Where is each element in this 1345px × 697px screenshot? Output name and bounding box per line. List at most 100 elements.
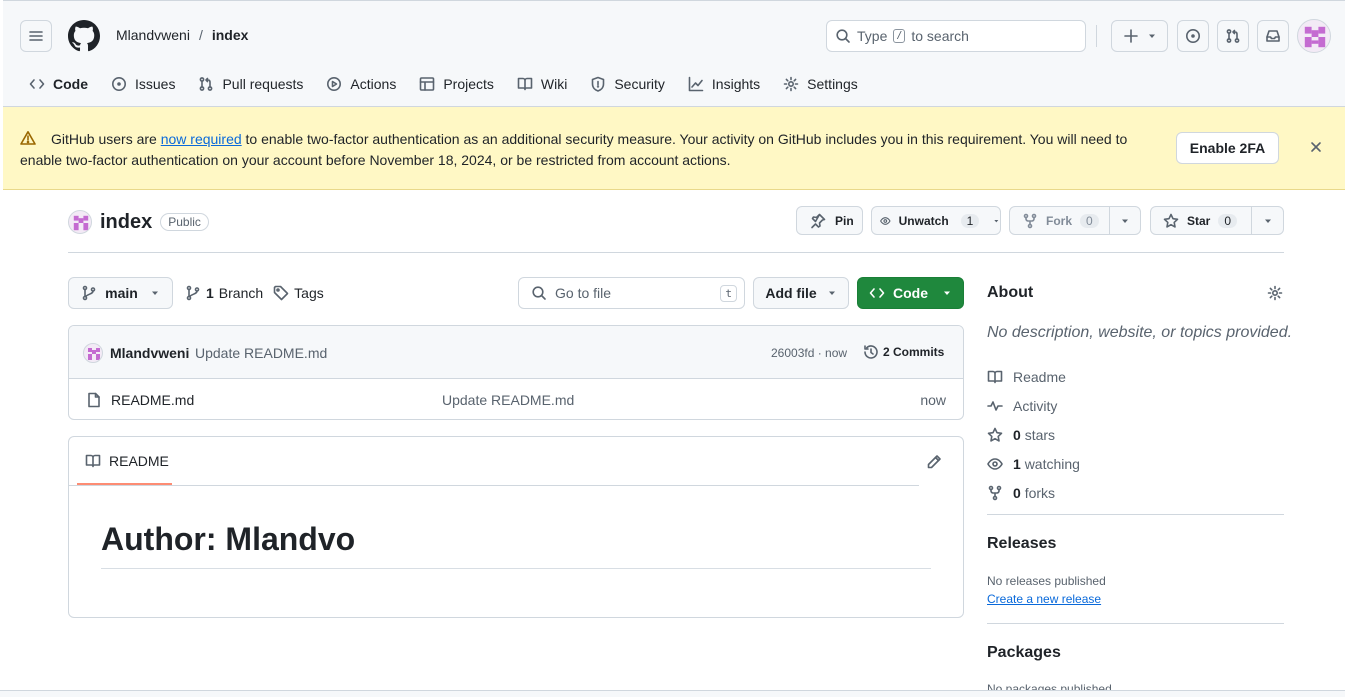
sidebar-item-text: 1 watching xyxy=(1013,456,1080,472)
close-icon[interactable] xyxy=(1308,139,1324,155)
gear-icon xyxy=(783,76,799,92)
add-file-button[interactable]: Add file xyxy=(753,277,849,309)
inbox-button[interactable] xyxy=(1257,20,1289,52)
fork-icon xyxy=(1023,213,1037,228)
search-icon xyxy=(532,286,546,300)
issues-button[interactable] xyxy=(1177,20,1209,52)
code-icon xyxy=(869,288,885,298)
file-table: Mlandvweni Update README.md 26003fd · no… xyxy=(68,325,964,420)
tab-security[interactable]: Security xyxy=(581,67,674,101)
commit-author[interactable]: Mlandvweni xyxy=(110,345,189,361)
commit-message[interactable]: Update README.md xyxy=(195,345,327,361)
now-required-link[interactable]: now required xyxy=(161,131,242,147)
history-icon xyxy=(864,345,878,359)
table-row[interactable]: README.md Update README.md now xyxy=(69,379,963,419)
sidebar-item-watching[interactable]: 1 watching xyxy=(987,449,1080,478)
fork-label: Fork xyxy=(1046,213,1073,228)
sidebar-item-label: watching xyxy=(1024,455,1080,472)
tab-issues[interactable]: Issues xyxy=(102,67,184,101)
banner-message: GitHub users are now required to enable … xyxy=(20,129,1155,171)
tab-wiki[interactable]: Wiki xyxy=(508,67,576,101)
tab-insights[interactable]: Insights xyxy=(679,67,769,101)
caret-down-icon[interactable] xyxy=(1263,216,1273,226)
book-icon xyxy=(85,454,101,468)
pull-request-icon xyxy=(1226,29,1240,43)
create-new-button[interactable] xyxy=(1111,20,1168,52)
tags-link[interactable]: Tags xyxy=(273,285,324,301)
issue-icon xyxy=(1186,29,1200,43)
gear-icon[interactable] xyxy=(1267,285,1283,301)
sidebar-item-forks[interactable]: 0 forks xyxy=(987,478,1080,507)
sidebar-item-text: 0 stars xyxy=(1013,427,1055,443)
tab-projects[interactable]: Projects xyxy=(410,67,503,101)
sidebar-item-activity[interactable]: Activity xyxy=(987,391,1080,420)
sidebar-item-text: Readme xyxy=(1013,369,1066,385)
book-icon xyxy=(517,77,533,91)
file-commit-message[interactable]: Update README.md xyxy=(442,392,574,408)
breadcrumb: Mlandvweni / index xyxy=(116,27,248,43)
header-divider xyxy=(1096,25,1097,47)
branch-selector[interactable]: main xyxy=(68,277,173,309)
sidebar-item-text: Activity xyxy=(1013,398,1057,414)
sidebar-item-stars[interactable]: 0 stars xyxy=(987,420,1080,449)
tag-icon xyxy=(273,285,289,301)
repo-link[interactable]: index xyxy=(212,27,249,43)
star-icon xyxy=(987,427,1003,442)
tab-pull-requests[interactable]: Pull requests xyxy=(189,67,312,101)
create-release-link[interactable]: Create a new release xyxy=(987,592,1101,606)
sidebar-item-label: Activity xyxy=(1013,397,1058,414)
two-factor-banner: GitHub users are now required to enable … xyxy=(3,107,1345,190)
repo-name[interactable]: index xyxy=(100,211,152,234)
pencil-icon[interactable] xyxy=(926,454,942,470)
owner-link[interactable]: Mlandvweni xyxy=(116,27,190,43)
commits-link[interactable]: 2 Commits xyxy=(863,344,944,360)
unwatch-button[interactable]: Unwatch 1 xyxy=(871,206,1001,235)
tags-label: Tags xyxy=(294,285,324,301)
branch-icon xyxy=(186,285,200,301)
star-label: Star xyxy=(1187,213,1211,228)
identicon-icon xyxy=(88,348,100,360)
github-logo-icon[interactable] xyxy=(68,20,100,52)
repo-owner-avatar[interactable] xyxy=(68,210,92,234)
shield-icon xyxy=(592,76,605,92)
caret-down-icon xyxy=(944,291,950,295)
sidebar-divider xyxy=(987,514,1284,515)
commit-author-avatar[interactable] xyxy=(83,343,103,363)
eye-icon xyxy=(880,216,891,225)
search-icon xyxy=(836,29,850,43)
user-avatar[interactable] xyxy=(1297,19,1331,53)
search-input[interactable]: Type / to search xyxy=(826,20,1086,52)
pin-button[interactable]: Pin xyxy=(796,206,863,235)
star-button[interactable]: Star 0 xyxy=(1150,206,1284,235)
file-time: now xyxy=(920,392,946,408)
go-to-file-input[interactable]: Go to file t xyxy=(518,277,745,309)
releases-heading[interactable]: Releases xyxy=(987,535,1056,553)
commit-hash-time[interactable]: 26003fd · now xyxy=(771,346,847,360)
fork-icon xyxy=(988,485,1002,500)
pin-label: Pin xyxy=(835,213,854,228)
window-bottom-edge xyxy=(0,690,1345,697)
tab-actions[interactable]: Actions xyxy=(317,67,405,101)
sidebar-item-readme[interactable]: Readme xyxy=(987,362,1080,391)
visibility-badge: Public xyxy=(160,213,209,231)
caret-down-icon[interactable] xyxy=(1120,216,1130,226)
pull-requests-button[interactable] xyxy=(1217,20,1249,52)
enable-2fa-button[interactable]: Enable 2FA xyxy=(1176,132,1279,164)
tab-code[interactable]: Code xyxy=(20,67,101,109)
packages-heading[interactable]: Packages xyxy=(987,644,1061,662)
caret-down-icon xyxy=(151,291,158,295)
tab-settings[interactable]: Settings xyxy=(774,67,867,101)
table-icon xyxy=(420,77,435,91)
fork-button[interactable]: Fork 0 xyxy=(1009,206,1141,235)
readme-divider xyxy=(69,485,919,486)
file-name[interactable]: README.md xyxy=(111,392,194,408)
tab-label: Projects xyxy=(443,76,494,92)
file-icon xyxy=(88,392,100,408)
caret-down-icon xyxy=(1148,34,1155,38)
menu-button[interactable] xyxy=(20,20,52,52)
tab-readme[interactable]: README xyxy=(77,437,172,485)
tab-label: Wiki xyxy=(540,76,568,92)
code-button[interactable]: Code xyxy=(857,277,964,309)
branches-link[interactable]: 1 Branch xyxy=(185,285,263,301)
search-shortcut-key: / xyxy=(893,29,906,43)
